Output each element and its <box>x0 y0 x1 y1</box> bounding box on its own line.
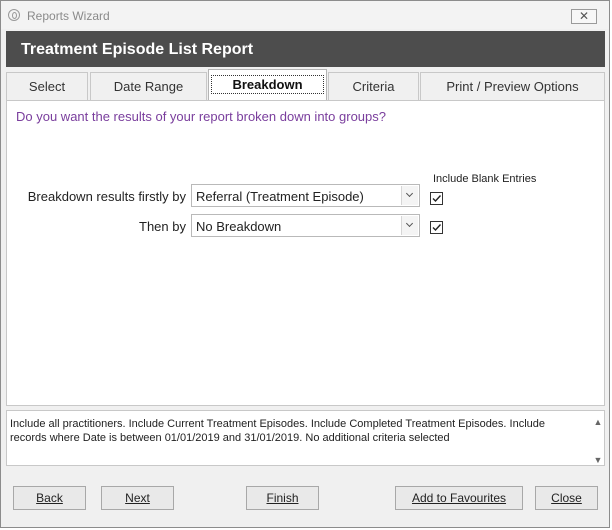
breakdown-then-value: No Breakdown <box>196 219 282 234</box>
include-blank-then-checkbox[interactable] <box>430 221 443 234</box>
report-title: Treatment Episode List Report <box>21 41 254 58</box>
finish-button[interactable]: Finish <box>246 486 319 510</box>
scroll-up-icon[interactable]: ▲ <box>593 417 603 427</box>
checkmark-icon <box>432 224 442 232</box>
breakdown-then-select[interactable]: No Breakdown <box>191 214 420 237</box>
close-button[interactable]: Close <box>535 486 598 510</box>
criteria-summary-text: Include all practitioners. Include Curre… <box>10 418 546 444</box>
report-header: Treatment Episode List Report <box>6 31 605 67</box>
checkmark-icon <box>432 195 442 203</box>
tab-date-range-label: Date Range <box>113 79 184 94</box>
breakdown-question: Do you want the results of your report b… <box>16 109 386 124</box>
app-logo-icon <box>8 9 20 21</box>
tab-select-label: Select <box>28 79 66 94</box>
criteria-summary-box[interactable]: Include all practitioners. Include Curre… <box>6 410 605 466</box>
finish-button-label: Finish <box>266 491 299 505</box>
tab-date-range[interactable]: Date Range <box>90 72 207 100</box>
close-button-label: Close <box>551 491 582 505</box>
tab-criteria-label: Criteria <box>352 79 395 94</box>
include-blank-first-checkbox[interactable] <box>430 192 443 205</box>
back-button-label: Back <box>36 491 63 505</box>
breakdown-first-value: Referral (Treatment Episode) <box>196 189 364 204</box>
back-button[interactable]: Back <box>13 486 86 510</box>
tab-print-preview-label: Print / Preview Options <box>446 79 579 94</box>
next-button-label: Next <box>125 491 150 505</box>
add-to-favourites-label: Add to Favourites <box>411 491 507 505</box>
add-to-favourites-button[interactable]: Add to Favourites <box>395 486 523 510</box>
breakdown-first-label: Breakdown results firstly by <box>27 189 186 204</box>
tab-breakdown-label: Breakdown <box>211 75 324 94</box>
window-title: Reports Wizard <box>27 9 110 23</box>
scroll-down-icon[interactable]: ▼ <box>593 455 603 465</box>
title-bar: Reports Wizard ✕ <box>1 1 609 29</box>
reports-wizard-window: Reports Wizard ✕ Treatment Episode List … <box>0 0 610 528</box>
chevron-down-icon[interactable] <box>401 216 418 235</box>
breakdown-panel <box>6 100 605 406</box>
tab-breakdown[interactable]: Breakdown <box>208 69 327 101</box>
close-icon[interactable]: ✕ <box>571 9 597 24</box>
next-button[interactable]: Next <box>101 486 174 510</box>
tab-print-preview-options[interactable]: Print / Preview Options <box>420 72 605 100</box>
breakdown-first-select[interactable]: Referral (Treatment Episode) <box>191 184 420 207</box>
include-blank-header: Include Blank Entries <box>433 173 537 185</box>
tab-criteria[interactable]: Criteria <box>328 72 419 100</box>
chevron-down-icon[interactable] <box>401 186 418 205</box>
breakdown-then-label: Then by <box>139 219 186 234</box>
tab-select[interactable]: Select <box>6 72 88 100</box>
